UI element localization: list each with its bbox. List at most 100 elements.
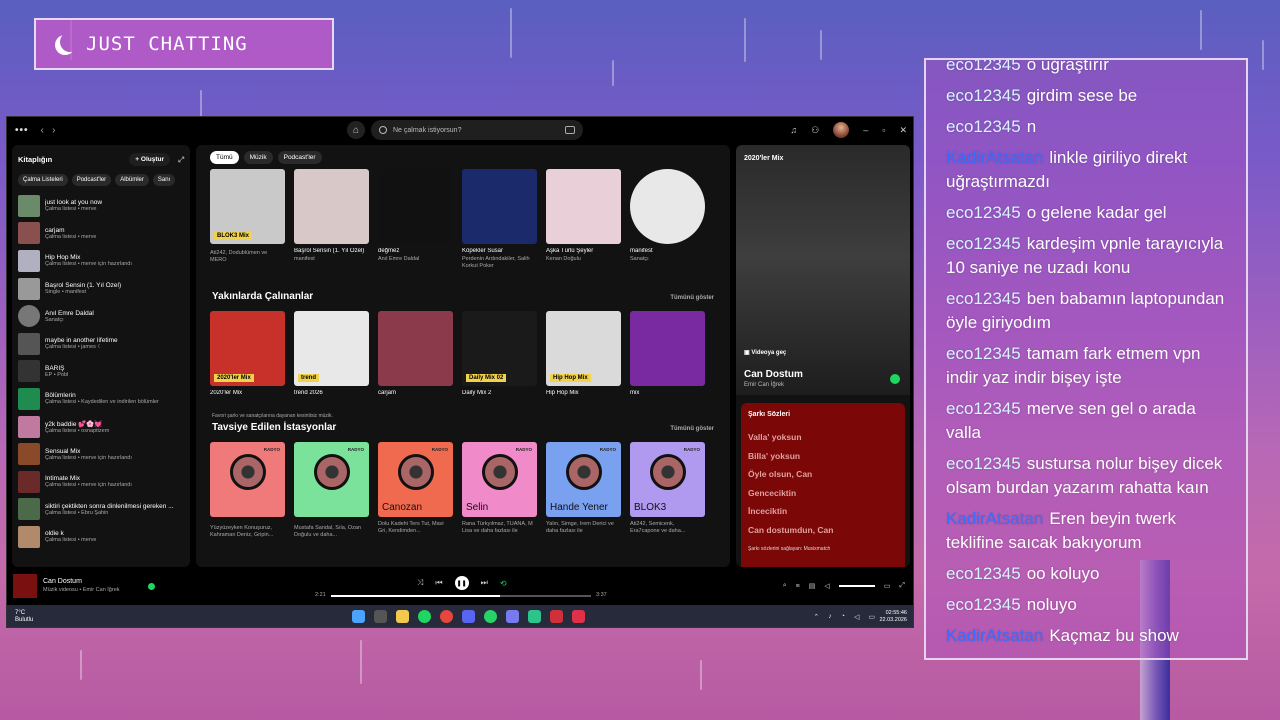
player-cover[interactable] [13, 574, 37, 598]
top-card[interactable]: Aşka Türlü Şeyler Kenan Doğulu [546, 169, 621, 270]
library-item[interactable]: Intimate Mix Çalma listesi • merve için h… [18, 468, 184, 496]
chat-username[interactable]: eco12345 [946, 399, 1021, 418]
stations-show-all[interactable]: Tümünü göster [670, 426, 714, 432]
whatsapp-icon[interactable] [484, 610, 497, 623]
library-item[interactable]: Başrol Sensin (1. Yıl Özel) Single • mani… [18, 275, 184, 303]
recent-card[interactable]: carjam [378, 311, 453, 396]
chat-username[interactable]: eco12345 [946, 454, 1021, 473]
progress-bar[interactable] [331, 595, 591, 597]
chat-username[interactable]: KadirAtsatan [946, 509, 1043, 528]
volume-icon[interactable]: ◁ [824, 582, 829, 590]
library-item[interactable]: y2k baddie 💕🌸💓 Çalma listesi • osnapitzem [18, 413, 184, 441]
chat-username[interactable]: KadirAtsatan [946, 148, 1043, 167]
tray-chevron-icon[interactable]: ⌃ [813, 613, 819, 621]
repeat-icon[interactable]: ⟲ [500, 579, 507, 588]
create-button[interactable]: + Oluştur [129, 153, 170, 166]
top-card[interactable]: Başrol Sensin (1. Yıl Özel) manifest [294, 169, 369, 270]
recent-card[interactable]: 2020'ler Mix 2020'ler Mix [210, 311, 285, 396]
chat-username[interactable]: eco12345 [946, 60, 1021, 74]
previous-icon[interactable]: ⏮ [435, 578, 442, 588]
station-card[interactable]: RADYO Hande Yener Yalın, Simge, İrem Deric… [546, 442, 621, 539]
home-icon[interactable]: ⌂ [347, 121, 365, 139]
library-item[interactable]: siktiri çektikten sonra dinlenilmesi ger… [18, 496, 184, 524]
avatar[interactable] [833, 122, 850, 138]
expand-icon[interactable]: ⤢ [178, 155, 184, 165]
liked-icon[interactable] [148, 583, 155, 590]
filter-chip[interactable]: Çalma Listeleri [18, 174, 68, 186]
library-item[interactable]: carjam Çalma listesi • merve [18, 220, 184, 248]
queue-icon[interactable]: ≡ [796, 583, 800, 590]
start-icon[interactable] [352, 610, 365, 623]
friends-icon[interactable]: ⚇ [811, 125, 819, 136]
switch-video-button[interactable]: ▣ Videoya geç [744, 349, 786, 356]
app2-icon[interactable] [528, 610, 541, 623]
top-card[interactable]: değmez Anıl Emre Daldal [378, 169, 453, 270]
weather-widget[interactable]: 7°C Bulutlu [15, 610, 33, 624]
chat-username[interactable]: KadirAtsatan [946, 626, 1043, 645]
explorer-icon[interactable] [396, 610, 409, 623]
library-item[interactable]: Hip Hop Mix Çalma listesi • merve için ha… [18, 247, 184, 275]
browse-icon[interactable] [565, 126, 575, 134]
speaker-icon[interactable]: ◁ [854, 613, 859, 621]
filter-chip[interactable]: Albümler [115, 174, 149, 186]
top-card[interactable]: manifest Sanatçı [630, 169, 705, 270]
app4-icon[interactable] [572, 610, 585, 623]
volume-slider[interactable] [838, 585, 875, 587]
chat-username[interactable]: eco12345 [946, 234, 1021, 253]
top-card[interactable]: Köpekler Susar Perdenin Ardındakiler, Sal… [462, 169, 537, 270]
shuffle-icon[interactable]: ⤨ [417, 578, 423, 588]
chat-username[interactable]: eco12345 [946, 344, 1021, 363]
recent-card[interactable]: Hip Hop Mix Hip Hop Mix [546, 311, 621, 396]
maximize-icon[interactable]: ▫ [882, 125, 885, 135]
filter-chip[interactable]: Podcast'ler [71, 174, 112, 186]
app3-icon[interactable] [550, 610, 563, 623]
station-card[interactable]: RADYOGökhan TürkmenYüzyüzeyken Konuşuruz… [210, 442, 285, 539]
library-item[interactable]: Bölümlerin Çalma listesi • Kaydedilen ve … [18, 385, 184, 413]
close-icon[interactable]: ✕ [899, 125, 907, 136]
chat-username[interactable]: eco12345 [946, 564, 1021, 583]
lyrics-icon[interactable]: ⌕ [783, 582, 787, 590]
app-icon[interactable] [506, 610, 519, 623]
pause-button[interactable]: ❚❚ [454, 576, 469, 590]
chat-username[interactable]: eco12345 [946, 595, 1021, 614]
search-input[interactable]: Ne çalmak istiyorsun? [371, 120, 583, 140]
library-item[interactable]: Sensual Mix Çalma listesi • merve için ha… [18, 440, 184, 468]
library-item[interactable]: Anıl Emre Daldal Sanatçı [18, 302, 184, 330]
recent-card[interactable]: Daily Mix 02 Daily Mix 2 [462, 311, 537, 396]
tab-podcast'ler[interactable]: Podcast'ler [277, 151, 322, 164]
spotify-icon[interactable] [418, 610, 431, 623]
nav-arrows[interactable]: ‹ › [41, 125, 56, 136]
chrome-icon[interactable] [440, 610, 453, 623]
bell-icon[interactable]: ♫ [790, 125, 797, 135]
library-item[interactable]: maybe in another lifetime Çalma listesi •… [18, 330, 184, 358]
tab-tümü[interactable]: Tümü [210, 151, 239, 164]
chat-username[interactable]: eco12345 [946, 289, 1021, 308]
discord-icon[interactable] [462, 610, 475, 623]
station-card[interactable]: RADYOKenan DoğuluMustafa Sandal, Sıla, O… [294, 442, 369, 539]
station-card[interactable]: RADYO Selin Rana Türkyılmaz, TUANA, M Lisa… [462, 442, 537, 539]
miniplayer-icon[interactable]: ▭ [884, 582, 891, 590]
tray-mic-icon[interactable]: ♪ [828, 613, 832, 621]
menu-icon[interactable]: ••• [15, 125, 29, 136]
library-item[interactable]: BARIŞ EP • Pobl [18, 358, 184, 386]
filter-chip[interactable]: Sanı [152, 174, 176, 186]
recent-show-all[interactable]: Tümünü göster [670, 295, 714, 301]
chat-username[interactable]: eco12345 [946, 117, 1021, 136]
next-icon[interactable]: ⏭ [481, 578, 488, 588]
search-taskbar-icon[interactable] [374, 610, 387, 623]
player-title[interactable]: Can Dostum [43, 578, 82, 585]
station-card[interactable]: RADYO BLOK3 Ati242, Semicenk, Era7capone v… [630, 442, 705, 539]
tab-müzik[interactable]: Müzik [243, 151, 273, 164]
clock[interactable]: 02:55:46 22.03.2026 [879, 610, 907, 624]
np-artist[interactable]: Emir Can İğrek [744, 382, 784, 388]
wifi-icon[interactable]: ◔ [841, 613, 845, 621]
minimize-icon[interactable]: – [863, 125, 868, 135]
battery-icon[interactable]: ▭ [868, 613, 875, 621]
saved-check-icon[interactable] [890, 374, 900, 384]
station-card[interactable]: RADYO Canozan Dolu Kadehi Ters Tut, Mavi G… [378, 442, 453, 539]
chat-username[interactable]: eco12345 [946, 86, 1021, 105]
recent-card[interactable]: trend trend 2026 [294, 311, 369, 396]
chat-username[interactable]: eco12345 [946, 203, 1021, 222]
fullscreen-icon[interactable]: ⤢ [899, 582, 905, 590]
library-item[interactable]: oldie k Çalma listesi • merve [18, 523, 184, 551]
